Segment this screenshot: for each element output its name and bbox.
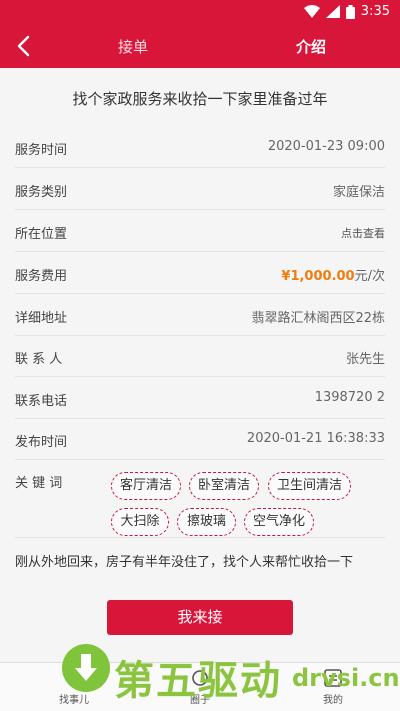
keyword-tag[interactable]: 擦玻璃 — [177, 508, 236, 536]
row-value: 家庭保洁 — [332, 185, 385, 200]
nav-label: 我的 — [323, 695, 343, 706]
wifi-icon — [303, 5, 320, 18]
accept-button[interactable]: 我来接 — [107, 600, 293, 635]
row-service-time: 服务时间 2020-01-23 09:00 — [15, 127, 385, 168]
view-location-link[interactable]: 点击查看 — [341, 225, 385, 241]
status-icons: 3:35 — [303, 4, 390, 19]
tab-intro[interactable]: 介绍 — [296, 36, 326, 57]
keyword-tag[interactable]: 卧室清洁 — [189, 472, 259, 500]
task-title: 找个家政服务来收拾一下家里准备过年 — [72, 90, 328, 108]
keyword-tag[interactable]: 客厅清洁 — [111, 472, 181, 500]
title-bar: 接单 介绍 — [0, 24, 400, 68]
row-label: 服务时间 — [15, 143, 68, 158]
keywords-label: 关 键 词 — [15, 476, 63, 491]
row-value: 翡翠路汇林阁西区22栋 — [251, 311, 385, 326]
status-bar: 3:35 — [0, 0, 400, 24]
row-location[interactable]: 所在位置 点击查看 — [15, 211, 385, 252]
download-watermark-icon — [62, 644, 110, 692]
price-amount: ¥1,000.00 — [281, 269, 355, 284]
row-phone[interactable]: 联系电话 1398720 2 — [15, 378, 385, 419]
phone-value[interactable]: 1398720 2 — [315, 390, 385, 405]
fee-value: ¥1,000.00元/次 — [281, 265, 385, 284]
detail-content: 找个家政服务来收拾一下家里准备过年 服务时间 2020-01-23 09:00 … — [0, 68, 400, 662]
row-service-category: 服务类别 家庭保洁 — [15, 169, 385, 210]
keyword-tag[interactable]: 大扫除 — [111, 508, 169, 536]
row-value: 张先生 — [345, 352, 385, 367]
back-arrow-icon[interactable] — [12, 33, 38, 59]
price-unit: 元/次 — [354, 269, 385, 284]
row-service-fee: 服务费用 ¥1,000.00元/次 — [15, 253, 385, 294]
row-contact: 联 系 人 张先生 — [15, 336, 385, 377]
keyword-tag[interactable]: 空气净化 — [244, 508, 314, 536]
task-description: 刚从外地回来，房子有半年没住了，找个人来帮忙收拾一下 — [15, 555, 354, 570]
keyword-tag[interactable]: 卫生间清洁 — [268, 472, 351, 500]
status-time: 3:35 — [360, 4, 390, 19]
keywords-section: 关 键 词 客厅清洁 卧室清洁 卫生间清洁 大扫除 擦玻璃 空气净化 — [15, 440, 385, 538]
row-address: 详细地址 翡翠路汇林阁西区22栋 — [15, 295, 385, 336]
battery-icon — [345, 4, 355, 19]
row-value: 2020-01-23 09:00 — [267, 139, 385, 154]
tab-order[interactable]: 接单 — [118, 36, 148, 57]
row-label: 所在位置 — [15, 227, 68, 242]
row-label: 详细地址 — [15, 311, 68, 326]
row-label: 服务类别 — [15, 185, 68, 200]
signal-icon — [325, 5, 340, 18]
watermark-text: 第五驱动 — [114, 658, 282, 704]
row-label: 服务费用 — [15, 269, 68, 284]
watermark-url: drvsi.cn — [292, 664, 400, 692]
nav-label: 找事儿 — [59, 695, 89, 706]
row-label: 联 系 人 — [15, 352, 63, 367]
download-arrow-icon — [75, 654, 97, 681]
row-label: 联系电话 — [15, 394, 68, 409]
